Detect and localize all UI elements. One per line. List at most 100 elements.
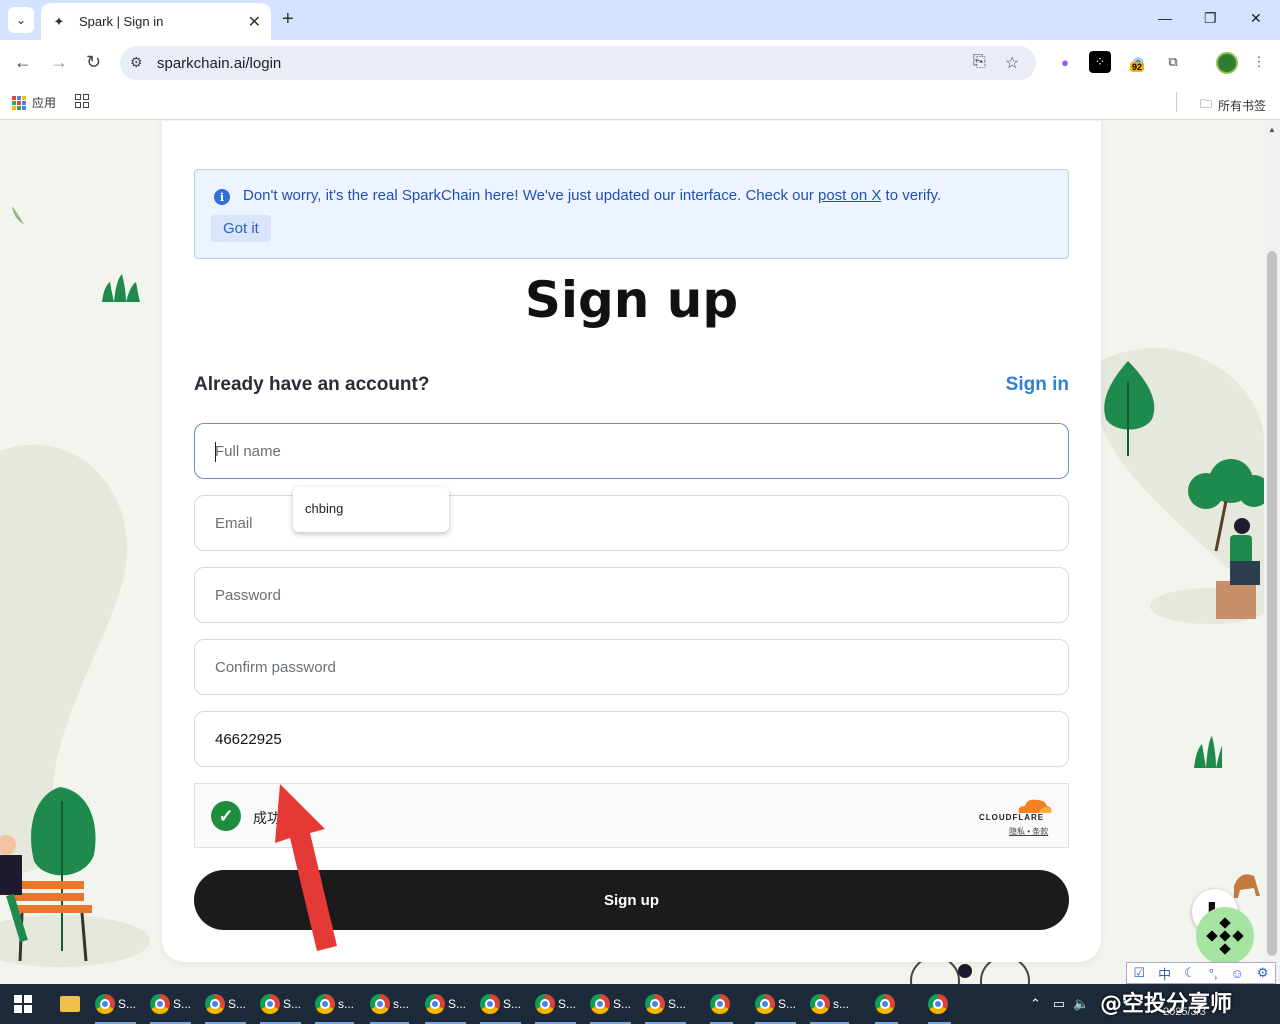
apps-grid-icon <box>12 95 26 110</box>
notice-text-after: to verify. <box>881 187 942 204</box>
site-settings-icon[interactable]: ⚙ <box>130 54 143 71</box>
back-icon[interactable]: ← <box>14 52 32 73</box>
windows-start-icon[interactable] <box>14 995 32 1013</box>
taskbar-chrome-window[interactable] <box>875 984 898 1024</box>
taskbar-chrome-window[interactable] <box>710 984 733 1024</box>
ime-settings-icon[interactable]: ⚙ <box>1257 965 1269 981</box>
ime-user-icon[interactable]: ☺ <box>1231 966 1244 981</box>
floating-app-icon[interactable] <box>1196 907 1254 965</box>
chrome-icon <box>150 994 170 1014</box>
tab-search-button[interactable]: ⌄ <box>8 7 34 33</box>
taskbar-file-explorer[interactable] <box>60 984 80 1024</box>
taskbar-chrome-window[interactable]: S... <box>480 984 522 1024</box>
reload-icon[interactable]: ↻ <box>86 52 101 73</box>
ime-moon-icon[interactable]: ☾ <box>1184 965 1196 981</box>
sign-in-link[interactable]: Sign in <box>1006 374 1069 396</box>
taskbar-chrome-window[interactable]: S... <box>150 984 192 1024</box>
scroll-up-icon[interactable]: ▲ <box>1268 125 1276 134</box>
translate-icon[interactable]: ⎘ <box>973 53 986 71</box>
folder-icon <box>60 996 80 1012</box>
profile-avatar[interactable] <box>1216 52 1238 74</box>
chrome-icon <box>315 994 335 1014</box>
network-icon[interactable]: ▭ <box>1053 996 1065 1012</box>
menu-icon[interactable]: ⋮ <box>1248 51 1270 73</box>
all-bookmarks[interactable]: 🗀 所有书签 <box>1200 95 1266 116</box>
taskbar-window-label: s... <box>393 997 410 1011</box>
taskbar-chrome-window[interactable]: S... <box>95 984 137 1024</box>
chrome-icon <box>370 994 390 1014</box>
bookmarks-divider <box>1176 92 1177 112</box>
taskbar-window-label: S... <box>503 997 522 1011</box>
taskbar-chrome-window[interactable]: s... <box>370 984 410 1024</box>
extension-dice-icon[interactable]: ⁘ <box>1089 51 1111 73</box>
address-bar[interactable]: ⚙ sparkchain.ai/login ⎘ ☆ <box>120 46 1036 80</box>
scroll-thumb[interactable] <box>1267 251 1277 956</box>
taskbar-chrome-window[interactable]: S... <box>535 984 577 1024</box>
taskbar-chrome-window[interactable]: S... <box>205 984 247 1024</box>
spark-favicon-icon: ✦ <box>53 13 65 29</box>
tab-strip: ⌄ ✦ Spark | Sign in ✕ + — ❐ ✕ <box>0 0 1280 40</box>
restore-icon[interactable]: ❐ <box>1204 10 1217 27</box>
browser-toolbar: ← → ↻ ⚙ sparkchain.ai/login ⎘ ☆ ● ⁘ ◉ ⧉ … <box>0 40 1280 86</box>
ime-toolbar[interactable]: ☑ 中 ☾ °, ☺ ⚙ <box>1126 962 1276 984</box>
extension-icon[interactable]: ● <box>1054 51 1076 73</box>
chrome-icon <box>645 994 665 1014</box>
taskbar-chrome-window[interactable]: S... <box>425 984 467 1024</box>
volume-icon[interactable]: 🔈 <box>1073 996 1089 1012</box>
new-tab-icon[interactable]: + <box>282 8 294 31</box>
tree-icon <box>1104 361 1155 456</box>
annotation-arrow-icon <box>275 784 337 951</box>
chrome-icon <box>590 994 610 1014</box>
chrome-icon <box>710 994 730 1014</box>
forward-icon[interactable]: → <box>50 52 68 73</box>
plant-icon-right <box>1194 736 1222 768</box>
all-bookmarks-label: 所有书签 <box>1217 99 1266 113</box>
chrome-icon <box>875 994 895 1014</box>
close-window-icon[interactable]: ✕ <box>1250 10 1262 27</box>
taskbar-window-label: S... <box>173 997 192 1011</box>
ime-punct-icon[interactable]: °, <box>1209 966 1218 981</box>
bookmark-apps[interactable]: 应用 <box>12 94 56 111</box>
url-text[interactable]: sparkchain.ai/login <box>157 55 281 72</box>
chrome-icon <box>425 994 445 1014</box>
taskbar-window-label: S... <box>558 997 577 1011</box>
taskbar-window-label: S... <box>283 997 302 1011</box>
taskbar-chrome-window[interactable]: S... <box>755 984 797 1024</box>
page-scrollbar[interactable]: ▲ <box>1264 121 1280 984</box>
extension-badge: 92 <box>1130 62 1145 72</box>
chrome-icon <box>755 994 775 1014</box>
cloudflare-logo-icon <box>1018 799 1052 813</box>
bookmarks-bar: 应用 🗀 所有书签 <box>0 86 1280 120</box>
page-viewport: ▙ i Don't worry, it's the real SparkChai… <box>0 121 1264 984</box>
chrome-icon <box>260 994 280 1014</box>
taskbar-chrome-window[interactable] <box>928 984 951 1024</box>
privacy-terms-links[interactable]: 隐私 • 条款 <box>1009 826 1048 837</box>
taskbar-chrome-window[interactable]: S... <box>590 984 632 1024</box>
taskbar-window-label: S... <box>668 997 687 1011</box>
minimize-icon[interactable]: — <box>1158 10 1172 26</box>
post-on-x-link[interactable]: post on X <box>818 187 881 204</box>
taskbar-window-label: S... <box>613 997 632 1011</box>
tray-chevron-icon[interactable]: ⌃ <box>1030 996 1041 1012</box>
chrome-icon <box>928 994 948 1014</box>
taskbar-date: 2025/3/3 <box>1163 1006 1206 1018</box>
tab-groups-icon[interactable] <box>75 94 89 108</box>
taskbar-window-label: S... <box>778 997 797 1011</box>
apps-label: 应用 <box>32 96 57 110</box>
chrome-icon <box>535 994 555 1014</box>
bookmark-star-icon[interactable]: ☆ <box>1005 53 1019 73</box>
taskbar-chrome-window[interactable]: S... <box>645 984 687 1024</box>
taskbar-chrome-window[interactable]: S... <box>260 984 302 1024</box>
taskbar-chrome-window[interactable]: s... <box>315 984 355 1024</box>
ime-chinese-icon[interactable]: 中 <box>1158 964 1171 983</box>
tab-title: Spark | Sign in <box>79 14 164 29</box>
taskbar-window-label: S... <box>448 997 467 1011</box>
extensions-puzzle-icon[interactable]: ⧉ <box>1162 51 1184 73</box>
chevron-down-icon: ⌄ <box>15 13 27 27</box>
ime-mode-icon[interactable]: ☑ <box>1133 965 1145 981</box>
close-tab-icon[interactable]: ✕ <box>248 12 261 32</box>
taskbar-chrome-window[interactable]: s... <box>810 984 850 1024</box>
system-tray[interactable]: ⌃ ▭ 🔈 <box>1030 984 1089 1024</box>
chrome-icon <box>95 994 115 1014</box>
tab-active[interactable]: ✦ Spark | Sign in ✕ <box>41 3 271 40</box>
